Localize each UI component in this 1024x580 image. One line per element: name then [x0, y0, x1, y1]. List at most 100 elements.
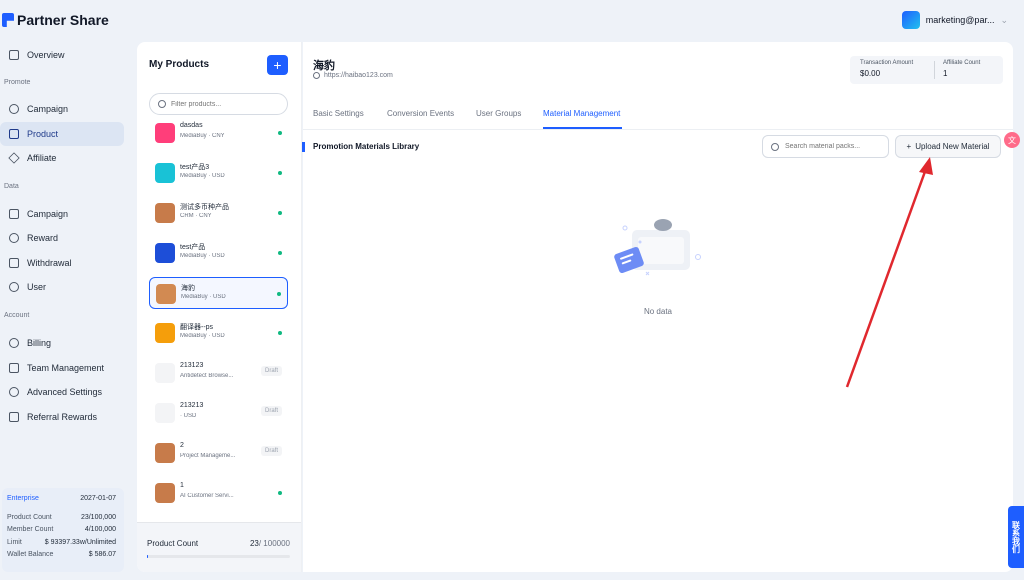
product-name: 1 — [180, 482, 184, 489]
plan-label: Product Count — [7, 514, 52, 521]
sidebar-item-reward[interactable]: Reward — [0, 226, 124, 250]
status-dot — [278, 211, 282, 215]
sidebar-item-withdrawal[interactable]: Withdrawal — [0, 251, 124, 275]
library-title: Promotion Materials Library — [313, 142, 420, 151]
sidebar-item-campaign[interactable]: Campaign — [0, 97, 124, 121]
product-count-value: 23/ 100000 — [250, 539, 290, 548]
product-name: test产品3 — [180, 164, 210, 171]
status-dot — [278, 251, 282, 255]
sidebar-item-label: Withdrawal — [27, 258, 72, 268]
products-title: My Products — [149, 59, 210, 70]
list-item[interactable]: 测试多币种产品 CRM · CNY — [149, 197, 288, 229]
sidebar-item-label: Team Management — [27, 363, 105, 373]
monitor-icon — [9, 50, 19, 60]
product-name: 海豹 — [181, 285, 195, 292]
plan-value: 23/100,000 — [80, 514, 116, 521]
tab-basic-settings[interactable]: Basic Settings — [313, 109, 364, 118]
gift-icon — [9, 412, 19, 422]
logo[interactable]: Partner Share — [2, 12, 109, 28]
sidebar-item-billing[interactable]: Billing — [0, 331, 124, 355]
product-name: 翻译器--ps — [180, 324, 214, 331]
page-title: 海豹 — [313, 60, 335, 72]
list-item[interactable]: test产品3 MediaBuy · USD — [149, 157, 288, 189]
product-thumbnail — [155, 403, 175, 423]
send-icon — [8, 152, 20, 164]
contact-us-tab[interactable]: 联系我们 — [1008, 506, 1024, 568]
stat-label: Transaction Amount — [860, 60, 914, 66]
list-item[interactable]: test产品 MediaBuy · USD — [149, 237, 288, 269]
tab-conversion-events[interactable]: Conversion Events — [387, 109, 454, 118]
product-thumbnail — [155, 483, 175, 503]
active-tab-indicator — [543, 127, 622, 129]
section-label-promote: Promote — [4, 79, 31, 86]
sidebar-item-product[interactable]: Product — [0, 122, 124, 146]
sidebar-item-referral-rewards[interactable]: Referral Rewards — [0, 405, 124, 429]
product-detail: 海豹 https://haibao123.com Transaction Amo… — [302, 42, 1013, 572]
filter-products-input[interactable] — [171, 100, 281, 108]
product-meta: Project Manageme... — [180, 453, 236, 459]
status-badge: Draft — [260, 366, 282, 376]
status-dot — [278, 491, 282, 495]
search-material-packs[interactable] — [762, 135, 889, 158]
sidebar-item-label: User — [27, 282, 47, 292]
tab-material-management[interactable]: Material Management — [543, 109, 620, 118]
top-bar: Partner Share marketing@par... ⌄ — [0, 0, 1024, 42]
list-item[interactable]: 翻译器--ps MediaBuy · USD — [149, 317, 288, 349]
product-thumbnail — [155, 443, 175, 463]
avatar — [901, 11, 920, 29]
tab-user-groups[interactable]: User Groups — [476, 109, 521, 118]
chat-icon — [9, 363, 19, 373]
filter-products[interactable] — [149, 93, 288, 115]
plan-row: Enterprise 2027-01-07 — [7, 495, 116, 502]
sidebar-item-team-management[interactable]: Team Management — [0, 356, 124, 380]
plan-row: Product Count 23/100,000 — [7, 514, 116, 521]
sidebar-item-label: Campaign — [27, 209, 69, 219]
product-thumbnail — [155, 363, 175, 383]
sidebar-item-data-campaign[interactable]: Campaign — [0, 202, 124, 226]
search-material-packs-input[interactable] — [785, 143, 885, 150]
product-meta: MediaBuy · USD — [181, 294, 226, 300]
section-accent — [302, 142, 305, 152]
layers-icon — [9, 129, 19, 139]
upload-new-material-button[interactable]: + Upload New Material — [895, 135, 1001, 158]
sidebar-item-advanced-settings[interactable]: Advanced Settings — [0, 380, 124, 404]
plan-label: Wallet Balance — [7, 551, 54, 558]
product-meta: MediaBuy · USD — [180, 173, 225, 179]
sidebar-item-affiliate[interactable]: Affiliate — [0, 146, 124, 170]
product-meta: CRM · CNY — [180, 213, 212, 219]
section-label-account: Account — [4, 312, 30, 319]
status-badge: Draft — [260, 446, 282, 456]
list-item[interactable]: 海豹 MediaBuy · USD — [149, 277, 288, 309]
gear-icon — [9, 387, 19, 397]
user-menu[interactable]: marketing@par... ⌄ — [901, 11, 1008, 29]
translate-icon[interactable]: 文 — [1004, 132, 1020, 148]
logo-icon — [2, 13, 14, 27]
plan-row: Wallet Balance $ 586.07 — [7, 551, 116, 558]
sidebar-item-label: Affiliate — [27, 153, 57, 163]
list-item[interactable]: 213123 Antidetect Browse... Draft — [149, 357, 288, 389]
sidebar-item-overview[interactable]: Overview — [0, 43, 124, 67]
product-meta: AI Customer Servi... — [180, 493, 234, 499]
product-url[interactable]: https://haibao123.com — [313, 72, 393, 79]
add-product-button[interactable]: + — [267, 55, 288, 75]
list-item[interactable]: 2 Project Manageme... Draft — [149, 437, 288, 469]
list-item[interactable]: 1 AI Customer Servi... — [149, 477, 288, 509]
plus-icon: + — [906, 142, 912, 151]
plan-name[interactable]: Enterprise — [7, 495, 39, 502]
plan-row: Member Count 4/100,000 — [7, 526, 116, 533]
user-icon — [9, 282, 19, 292]
product-list: dasdas MediaBuy · CNY test产品3 MediaBuy · US… — [137, 117, 301, 522]
list-item[interactable]: 213213 · USD Draft — [149, 397, 288, 429]
stat-label: Affiliate Count — [943, 60, 981, 66]
plan-row: Limit $ 93397.33w/Unlimited — [7, 539, 116, 546]
product-thumbnail — [155, 163, 175, 183]
sidebar-item-label: Advanced Settings — [27, 387, 103, 397]
list-item[interactable]: dasdas MediaBuy · CNY — [149, 117, 288, 149]
product-name: 213123 — [180, 362, 204, 369]
product-meta: Antidetect Browse... — [180, 373, 234, 379]
sidebar-item-user[interactable]: User — [0, 275, 124, 299]
stat-affiliate: Affiliate Count 1 — [943, 60, 980, 78]
sidebar-item-label: Reward — [27, 233, 59, 243]
globe-icon — [313, 72, 320, 79]
product-meta: · USD — [180, 413, 197, 419]
